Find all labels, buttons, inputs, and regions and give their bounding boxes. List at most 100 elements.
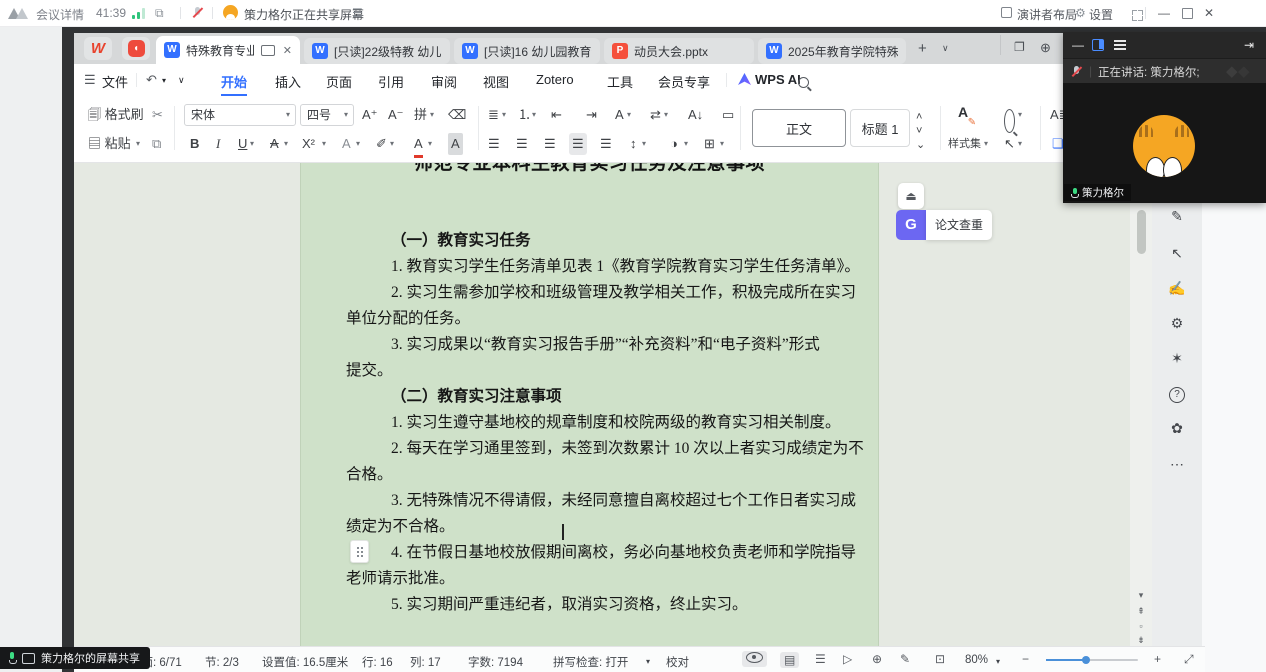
font-color-chevron-icon[interactable]: ▾ — [428, 133, 432, 155]
minimize-button[interactable]: — — [1158, 6, 1170, 20]
line-spacing-chevron-icon[interactable]: ▾ — [642, 133, 646, 155]
undo-chevron-icon[interactable]: ▾ — [162, 76, 166, 85]
format-painter-button[interactable]: 🗐 格式刷 — [88, 104, 144, 126]
borders-chevron-icon[interactable]: ▾ — [720, 133, 724, 155]
theme-icon[interactable]: ✿ — [1152, 420, 1202, 437]
magic-wand-icon[interactable]: ✶ — [1152, 350, 1202, 367]
increase-indent-button[interactable]: ⇥ — [586, 104, 597, 126]
menu-file[interactable]: 文件 — [102, 72, 128, 91]
italic-button[interactable]: I — [216, 133, 220, 155]
panel-collapse-icon[interactable]: ⇥ — [1244, 38, 1254, 52]
scroll-down-icon[interactable]: ▾ — [1130, 590, 1152, 601]
borders-button[interactable]: ⊞ — [704, 133, 715, 155]
page-view-icon[interactable]: ▤ — [780, 652, 799, 668]
number-chevron-icon[interactable]: ▾ — [532, 104, 536, 126]
font-size-select[interactable]: 四号▾ — [300, 104, 354, 126]
maximize-button[interactable] — [1182, 8, 1193, 19]
text-scale-button[interactable]: A — [615, 104, 624, 126]
more-icon[interactable]: ⋯ — [1152, 456, 1202, 473]
status-line[interactable]: 行: 16 — [362, 654, 393, 670]
shading-button[interactable]: ◑ — [670, 133, 678, 155]
panel-list-icon[interactable] — [1114, 40, 1126, 50]
annotate-pencil-icon[interactable]: ✎ — [1152, 208, 1202, 225]
align-center-button[interactable]: ☰ — [516, 133, 528, 155]
pointer-icon[interactable]: ↖ — [1152, 245, 1202, 262]
search-icon[interactable] — [798, 77, 809, 88]
eye-protect-icon[interactable] — [742, 651, 767, 667]
globe-icon[interactable]: ⊕ — [1040, 40, 1051, 56]
new-tab-button[interactable]: + — [918, 40, 927, 57]
line-spacing-button[interactable]: ↕ — [630, 133, 637, 155]
direction-chevron-icon[interactable]: ▾ — [664, 104, 668, 126]
wps-home-button[interactable]: W — [84, 37, 112, 60]
status-spellcheck[interactable]: 拼写检查: 打开 — [553, 654, 628, 670]
copy-icon[interactable]: ⧉ — [152, 133, 161, 155]
focus-mode-icon[interactable]: ⊡ — [935, 652, 945, 666]
web-layout-icon[interactable]: ⊕ — [872, 652, 882, 666]
distribute-button[interactable]: ☰ — [600, 133, 612, 155]
align-left-button[interactable]: ☰ — [488, 133, 500, 155]
menu-review[interactable]: 审阅 — [431, 72, 457, 91]
effect-chevron-icon[interactable]: ▾ — [356, 133, 360, 155]
settings-button[interactable]: 设置 — [1089, 6, 1113, 23]
controls-icon[interactable]: ⚙ — [1152, 315, 1202, 332]
previous-page-icon[interactable]: ⇞ — [1130, 606, 1152, 617]
underline-button[interactable]: U — [238, 133, 247, 155]
status-section[interactable]: 节: 2/3 — [205, 654, 239, 670]
cut-icon[interactable]: ✂ — [152, 104, 163, 126]
banner-list-icon[interactable]: ☰ — [352, 7, 363, 19]
zoom-in-icon[interactable]: + — [1154, 652, 1161, 666]
align-right-button[interactable]: ☰ — [544, 133, 556, 155]
meeting-details-button[interactable]: 会议详情 — [36, 6, 84, 23]
panel-minimize-icon[interactable]: — — [1072, 38, 1084, 52]
text-effect-button[interactable]: A — [342, 133, 351, 155]
tab-active-document[interactable]: W 特殊教育专业教 ✕ — [156, 36, 300, 64]
restore-window-icon[interactable]: ❐ — [1014, 40, 1025, 54]
zoom-level[interactable]: 80% — [965, 654, 988, 666]
zoom-slider-handle[interactable] — [1082, 656, 1090, 664]
status-column[interactable]: 列: 17 — [410, 654, 441, 670]
scale-chevron-icon[interactable]: ▾ — [627, 104, 631, 126]
gallery-more-icon[interactable]: ⌄ — [916, 134, 925, 156]
edit-mode-icon[interactable]: ✎ — [900, 652, 910, 666]
expand-window-icon[interactable]: ⤢ — [1184, 652, 1194, 667]
ruler-button[interactable]: ▭ — [722, 104, 734, 126]
close-button[interactable]: ✕ — [1204, 6, 1214, 20]
justify-button[interactable]: ☰ — [569, 133, 587, 155]
customize-chevron-icon[interactable]: ∨ — [178, 75, 185, 86]
style-normal[interactable]: 正文 — [752, 109, 846, 147]
tab-list-chevron-icon[interactable]: ∨ — [942, 43, 949, 54]
undo-icon[interactable]: ↶ — [146, 72, 157, 88]
style-heading1[interactable]: 标题 1 — [850, 109, 910, 147]
style-set-chevron-icon[interactable]: ▾ — [984, 133, 988, 155]
status-wordcount[interactable]: 字数: 7194 — [468, 654, 523, 670]
screen-share-badge[interactable]: 策力格尔的屏幕共享 — [0, 647, 150, 669]
share-screen-icon[interactable]: ⧉ — [155, 7, 164, 19]
zoom-chevron-icon[interactable]: ▾ — [996, 657, 1000, 666]
numbered-list-button[interactable]: ⒈ — [518, 104, 531, 126]
pinyin-chevron-icon[interactable]: ▾ — [430, 104, 434, 126]
shrink-font-button[interactable]: A⁻ — [388, 104, 404, 126]
pinyin-tool-button[interactable]: 拼 — [414, 104, 427, 126]
tab-document-2[interactable]: W [只读]22级特教 幼儿园 — [304, 38, 450, 64]
next-page-icon[interactable]: ⇟ — [1130, 635, 1152, 646]
find-icon[interactable] — [1004, 109, 1015, 133]
zoom-slider[interactable] — [1046, 659, 1138, 661]
shading-chevron-icon[interactable]: ▾ — [684, 133, 688, 155]
paste-button[interactable]: ▤ 粘贴 — [88, 133, 131, 155]
partial-tool2-icon[interactable]: ❏ — [1052, 133, 1064, 155]
mic-muted-icon[interactable] — [193, 6, 202, 19]
wps-ai-button[interactable]: WPS AI — [738, 72, 801, 87]
outline-view-icon[interactable]: ☰ — [815, 652, 826, 666]
panel-layout-icon[interactable] — [1092, 39, 1104, 51]
find-chevron-icon[interactable]: ▾ — [1018, 104, 1022, 126]
strike-chevron-icon[interactable]: ▾ — [284, 133, 288, 155]
menu-tools[interactable]: 工具 — [607, 72, 633, 91]
font-family-select[interactable]: 宋体▾ — [184, 104, 296, 126]
panel-mic-muted-icon[interactable] — [1072, 65, 1081, 78]
highlight-button[interactable]: ✐ — [376, 133, 387, 155]
menu-page[interactable]: 页面 — [326, 72, 352, 91]
menu-view[interactable]: 视图 — [483, 72, 509, 91]
select-chevron-icon[interactable]: ▾ — [1018, 133, 1022, 155]
decrease-indent-button[interactable]: ⇤ — [551, 104, 562, 126]
